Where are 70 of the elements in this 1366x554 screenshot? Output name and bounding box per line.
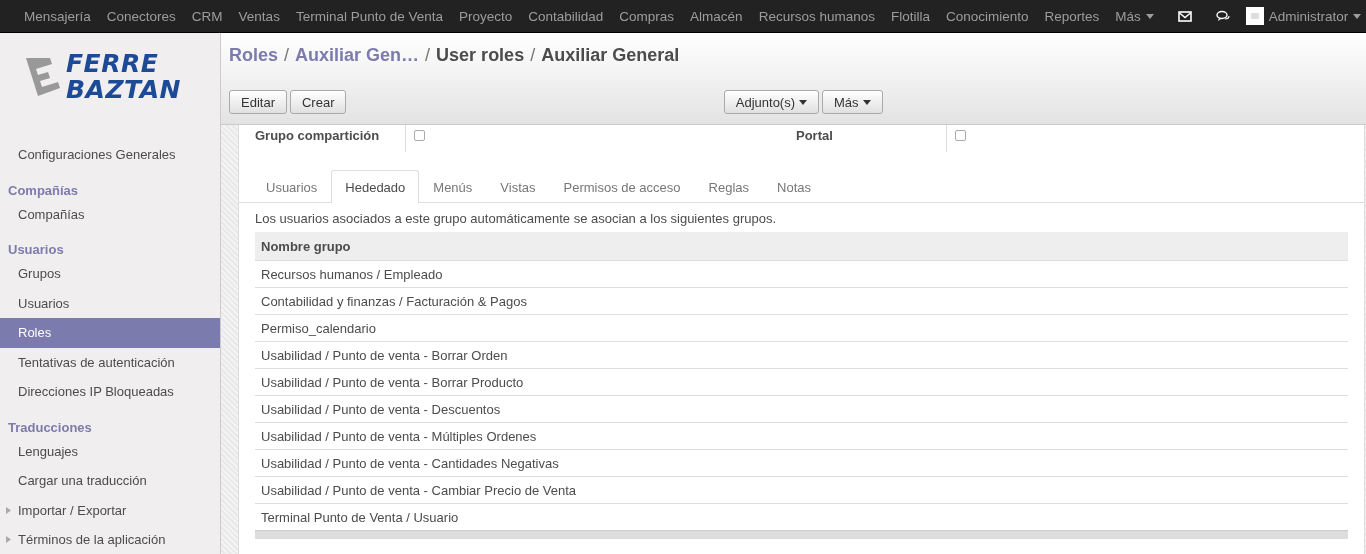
menu-item[interactable]: Almacén (682, 8, 751, 24)
menu-item[interactable]: Conocimiento (937, 8, 1037, 24)
breadcrumb-separator: / (284, 44, 290, 66)
breadcrumb-item: User roles (436, 44, 525, 66)
column-header: Nombre grupo (255, 232, 1349, 261)
sidebar-item[interactable]: Lenguajes (0, 436, 220, 466)
section-heading: Usuarios (7, 241, 65, 259)
sidebar-item[interactable]: Importar / Exportar (0, 495, 220, 525)
table-cell: Recursos humanos / Empleado (255, 260, 1349, 288)
menu-item[interactable]: Conectores (98, 8, 184, 24)
caret-icon (799, 99, 807, 105)
sidebar-item[interactable]: Direcciones IP Bloqueadas (0, 377, 220, 407)
tab[interactable]: Menús (419, 170, 487, 203)
tab[interactable]: Reglas (694, 170, 764, 203)
caret-icon (862, 99, 871, 105)
table-cell: Contabilidad y finanzas / Facturación & Pagos (255, 287, 1349, 315)
tab[interactable]: Notas (763, 170, 825, 203)
checkbox[interactable] (414, 130, 425, 141)
breadcrumb-link[interactable]: Roles (229, 44, 279, 66)
field-label: Grupo compartición (255, 127, 381, 145)
table-cell: Usabilidad / Punto de venta - Cambiar Precio de Venta (255, 476, 1349, 504)
sidebar-item[interactable]: Compañías (0, 199, 220, 229)
dropdown-button[interactable]: Más (822, 90, 883, 114)
breadcrumb-item: Auxiliar General (541, 44, 680, 66)
caret-icon (1353, 13, 1362, 19)
menu-item[interactable]: Proyecto (451, 8, 521, 24)
tab[interactable]: Hededado (331, 170, 420, 203)
menu-item[interactable]: Contabilidad (520, 8, 612, 24)
table-cell: Usabilidad / Punto de venta - Borrar Orden (255, 341, 1349, 369)
menu-item[interactable]: Más (1107, 8, 1162, 24)
dropdown-button[interactable]: Adjunto(s) (723, 90, 819, 114)
sidebar-item[interactable]: Roles (0, 318, 220, 348)
breadcrumb-separator: / (425, 44, 431, 66)
toolbar-button[interactable]: Crear (289, 90, 347, 114)
user-menu[interactable]: Administrator (1237, 7, 1366, 25)
table-cell: Usabilidad / Punto de venta - Cantidades Negativas (255, 449, 1349, 477)
menu-item[interactable]: Mensajería (16, 8, 99, 24)
menu-item[interactable]: Compras (611, 8, 683, 24)
tab[interactable]: Vistas (486, 170, 550, 203)
caret-icon (1145, 13, 1154, 19)
table-cell: Usabilidad / Punto de venta - Borrar Producto (255, 368, 1349, 396)
sidebar-item[interactable]: Usuarios (0, 288, 220, 318)
menu-item[interactable]: Flotilla (882, 8, 938, 24)
table-cell: Usabilidad / Punto de venta - Descuentos (255, 395, 1349, 423)
logo-text: FERRE BAZTAN (66, 50, 181, 103)
checkbox[interactable] (955, 130, 966, 141)
menu-item[interactable]: Reportes (1036, 8, 1108, 24)
toolbar-button[interactable]: Editar (229, 90, 287, 114)
field-label: Portal (796, 127, 834, 145)
section-heading: Traducciones (7, 418, 93, 437)
tab[interactable]: Usuarios (252, 170, 332, 203)
sidebar-item[interactable]: Cargar una traducción (0, 466, 220, 496)
mail-icon[interactable] (1177, 10, 1192, 22)
tab[interactable]: Permisos de acceso (549, 170, 695, 203)
sidebar-item[interactable]: Tentativas de autenticación (0, 347, 220, 377)
description-text: Los usuarios asociados a este grupo automáticamente se asocian a los siguientes grupos. (255, 211, 778, 226)
sidebar-item[interactable]: Términos de la aplicación (0, 525, 220, 554)
avatar-icon (1245, 7, 1264, 25)
breadcrumb-separator: / (530, 44, 536, 66)
table-cell: Usabilidad / Punto de venta - Múltiples Ordenes (255, 422, 1349, 450)
sidebar-item[interactable]: Grupos (0, 259, 220, 289)
menu-item[interactable]: CRM (183, 8, 231, 24)
sidebar-item[interactable]: Configuraciones Generales (0, 140, 220, 170)
menu-item[interactable]: Terminal Punto de Venta (287, 8, 451, 24)
section-heading: Compañías (7, 181, 80, 200)
menu-item[interactable]: Recursos humanos (750, 8, 883, 24)
chat-icon[interactable] (1215, 10, 1230, 22)
table-cell: Permiso_calendario (255, 314, 1349, 342)
menu-item[interactable]: Ventas (230, 8, 288, 24)
breadcrumb-link[interactable]: Auxiliar Gen… (295, 44, 420, 66)
